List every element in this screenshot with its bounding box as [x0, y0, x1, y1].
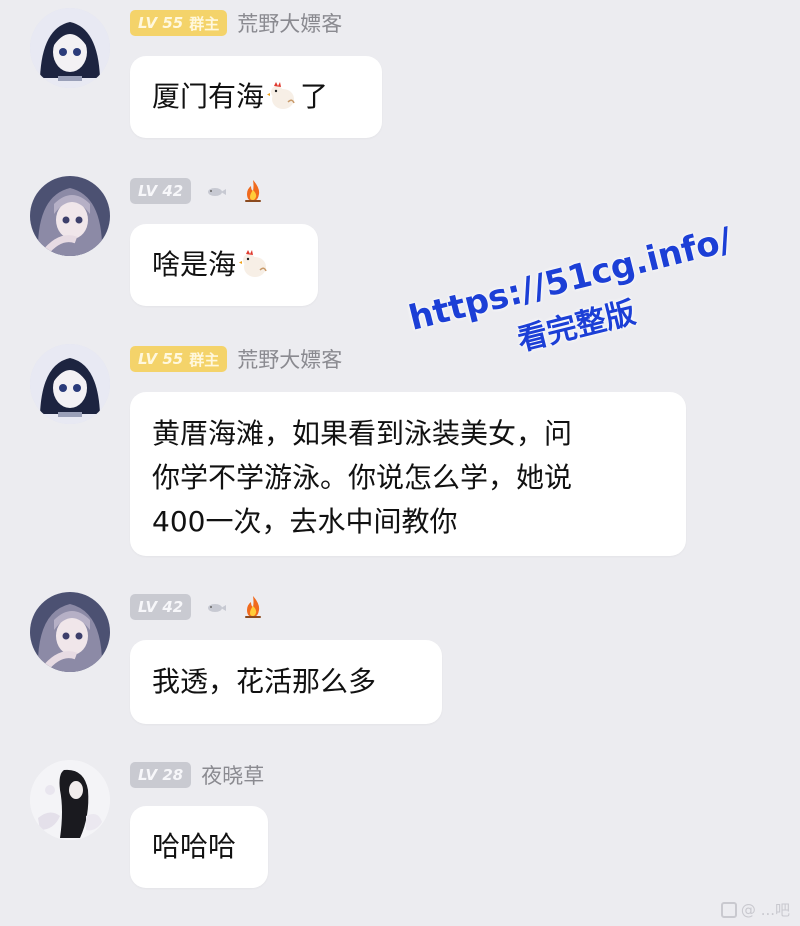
avatar-girl[interactable] — [30, 592, 110, 672]
avatar-owner[interactable] — [30, 344, 110, 424]
level-text: LV 55 — [138, 14, 184, 32]
watermark: https://51cg.info/ 看完整版 — [405, 219, 736, 384]
level-badge: LV 55 群主 — [130, 10, 228, 36]
fish-icon — [201, 593, 229, 621]
message-text: 哈哈哈 — [152, 830, 237, 863]
message-4-meta: LV 42 — [130, 592, 267, 622]
corner-logo-icon — [720, 901, 737, 918]
message-line: 你学不学游泳。你说怎么学，她说 — [152, 461, 573, 494]
avatar-girl-image — [30, 176, 110, 256]
chicken-emoji-icon — [239, 250, 267, 277]
level-badge: LV 42 — [130, 594, 192, 620]
avatar-owner-image — [30, 8, 110, 88]
level-text: LV 42 — [138, 598, 184, 616]
message-bubble[interactable]: 我透，花活那么多 — [130, 640, 442, 724]
message-text: 啥是海 — [152, 248, 237, 281]
avatar-girl-image — [30, 592, 110, 672]
message-line: 400一次，去水中间教你 — [152, 505, 458, 538]
avatar-ink-girl[interactable] — [30, 760, 110, 840]
level-text: LV 55 — [138, 350, 184, 368]
message-line: 黄厝海滩，如果看到泳装美女，问 — [152, 417, 573, 450]
message-text: 我透，花活那么多 — [152, 665, 377, 698]
message-3-meta: LV 55 群主 荒野大嫖客 — [130, 344, 342, 374]
watermark-subtitle: 看完整版 — [514, 295, 640, 359]
message-text-end: 了 — [300, 80, 329, 113]
level-text: LV 42 — [138, 182, 184, 200]
avatar-owner-image — [30, 344, 110, 424]
fire-icon — [239, 177, 267, 205]
nickname[interactable]: 夜晓草 — [201, 760, 264, 790]
level-badge: LV 55 群主 — [130, 346, 228, 372]
message-bubble[interactable]: 厦门有海 了 — [130, 56, 382, 138]
chicken-emoji-icon — [267, 82, 295, 109]
nickname[interactable]: 荒野大嫖客 — [237, 344, 342, 374]
message-bubble[interactable]: 啥是海 — [130, 224, 318, 306]
level-badge: LV 42 — [130, 178, 192, 204]
level-badge: LV 28 — [130, 762, 192, 788]
fire-icon — [239, 593, 267, 621]
corner-watermark-text: @ ...吧 — [740, 901, 790, 919]
watermark-url: https://51cg.info/ — [405, 219, 736, 339]
role-text: 群主 — [189, 14, 220, 33]
avatar-owner[interactable] — [30, 8, 110, 88]
level-text: LV 28 — [138, 766, 184, 784]
message-5-meta: LV 28 夜晓草 — [130, 760, 264, 790]
message-2-meta: LV 42 — [130, 176, 267, 206]
role-text: 群主 — [189, 350, 220, 369]
message-1-meta: LV 55 群主 荒野大嫖客 — [130, 8, 342, 38]
fish-icon — [201, 177, 229, 205]
message-bubble[interactable]: 哈哈哈 — [130, 806, 268, 888]
avatar-ink-girl-image — [30, 760, 110, 840]
corner-watermark: @ ...吧 — [720, 899, 790, 920]
message-text: 厦门有海 — [152, 80, 265, 113]
avatar-girl[interactable] — [30, 176, 110, 256]
message-bubble[interactable]: 黄厝海滩，如果看到泳装美女，问 你学不学游泳。你说怎么学，她说 400一次，去水… — [130, 392, 686, 556]
nickname[interactable]: 荒野大嫖客 — [237, 8, 342, 38]
